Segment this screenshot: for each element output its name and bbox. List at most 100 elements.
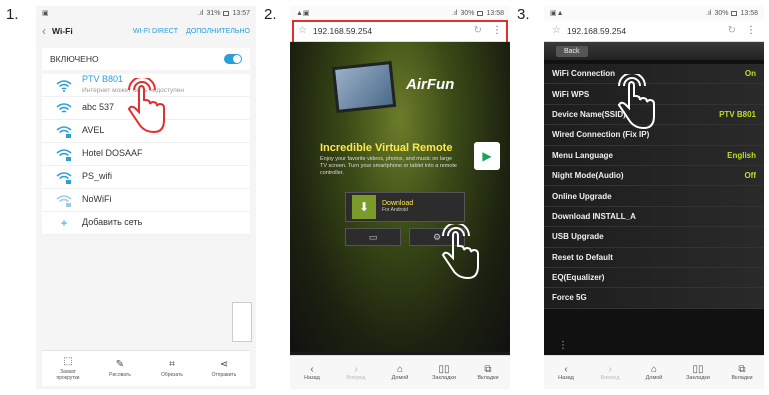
nav-tabs[interactable]: ⧉ Вкладки bbox=[724, 364, 760, 381]
nav-forward[interactable]: › Вперед bbox=[592, 364, 628, 381]
menu-item[interactable]: EQ(Equalizer) bbox=[544, 267, 764, 289]
plus-icon: + bbox=[60, 216, 68, 230]
crop-label: Обрезать bbox=[160, 372, 184, 378]
menu-item[interactable]: USB Upgrade bbox=[544, 227, 764, 248]
menu-item-label: Menu Language bbox=[552, 150, 613, 160]
scroll-capture-button[interactable]: ⬚ Захват прокрутки bbox=[48, 356, 88, 381]
network-name: PTV B801 bbox=[82, 74, 124, 85]
download-sub: For Android bbox=[382, 207, 408, 214]
advanced-link[interactable]: ДОПОЛНИТЕЛЬНО bbox=[186, 28, 250, 35]
screenshot-thumbnail[interactable] bbox=[232, 302, 252, 342]
wifi-header: ‹ Wi-Fi Wi-Fi Direct ДОПОЛНИТЕЛЬНО bbox=[36, 20, 256, 42]
step-number-2: 2. bbox=[264, 6, 277, 23]
status-bar: ▣▲ .ıl 30% 13:58 bbox=[544, 6, 764, 20]
menu-item[interactable]: Reset to Default bbox=[544, 247, 764, 268]
scroll-capture-icon: ⬚ bbox=[63, 356, 73, 367]
download-button[interactable]: ⬇ Download For Android bbox=[345, 192, 465, 222]
menu-item[interactable]: Download INSTALL_A bbox=[544, 206, 764, 228]
phone-airfun-page: ▲▣ .ıl 30% 13:58 ☆ 192.168.59.254 ↻ ⋮ Ai… bbox=[290, 6, 510, 389]
nav-back-label: Назад bbox=[558, 375, 574, 381]
scroll-capture-label: Захват прокрутки bbox=[56, 369, 80, 381]
status-time: 13:58 bbox=[486, 9, 504, 17]
nav-home[interactable]: ⌂ Домой bbox=[636, 364, 672, 381]
nav-forward-label: Вперед bbox=[346, 375, 366, 381]
remote-button[interactable]: ▭ bbox=[345, 228, 401, 246]
star-icon[interactable]: ☆ bbox=[552, 25, 561, 36]
network-item[interactable]: Hotel DOSAAF bbox=[42, 143, 250, 166]
battery-percent: 30% bbox=[460, 9, 475, 17]
add-network-item[interactable]: + Добавить сеть bbox=[42, 212, 250, 235]
status-bar: ▣ .ıl 31% 13:57 bbox=[36, 6, 256, 20]
more-dots-icon[interactable]: ⋮ bbox=[558, 340, 568, 351]
wifi-locked-icon bbox=[52, 170, 76, 184]
phone-device-settings: ▣▲ .ıl 30% 13:58 ☆ 192.168.59.254 ↻ ⋮ Ba… bbox=[544, 6, 764, 389]
tabs-icon: ⧉ bbox=[738, 364, 746, 375]
url-text[interactable]: 192.168.59.254 bbox=[567, 26, 728, 36]
description: Enjoy your favorite videos, photos, and … bbox=[320, 156, 457, 177]
network-item[interactable]: PS_wifi bbox=[42, 166, 250, 189]
share-label: Отправить bbox=[211, 372, 237, 378]
battery-icon bbox=[223, 10, 230, 16]
wifi-direct-link[interactable]: Wi-Fi Direct bbox=[133, 28, 178, 35]
menu-item-label: Force 5G bbox=[552, 293, 587, 303]
menu-item-value: Off bbox=[744, 171, 756, 181]
share-icon: ⋖ bbox=[219, 359, 229, 370]
wifi-enabled-row[interactable]: ВКЛЮЧЕНО bbox=[42, 48, 250, 70]
crop-button[interactable]: ⌗ Обрезать bbox=[152, 359, 192, 378]
network-name: NoWiFi bbox=[82, 194, 112, 205]
nav-home[interactable]: ⌂ Домой bbox=[382, 364, 418, 381]
nav-forward-label: Вперед bbox=[600, 375, 620, 381]
wifi-toggle[interactable] bbox=[224, 54, 242, 64]
signal-icon: .ıl bbox=[198, 9, 204, 17]
battery-percent: 31% bbox=[206, 9, 221, 17]
bookmarks-icon: ▯▯ bbox=[692, 364, 704, 375]
menu-item[interactable]: Menu Language English bbox=[544, 145, 764, 166]
notification-icons: ▲▣ bbox=[296, 10, 310, 17]
nav-bookmarks[interactable]: ▯▯ Закладки bbox=[426, 364, 462, 381]
nav-back[interactable]: ‹ Назад bbox=[548, 364, 584, 381]
menu-item-label: WiFi WPS bbox=[552, 89, 590, 99]
tabs-icon: ⧉ bbox=[484, 364, 492, 375]
nav-back-label: Назад bbox=[304, 375, 320, 381]
network-item[interactable]: NoWiFi bbox=[42, 189, 250, 212]
wifi-locked-icon bbox=[52, 147, 76, 161]
play-store-icon[interactable]: ▶ bbox=[474, 142, 500, 170]
draw-button[interactable]: ✎ Рисовать bbox=[100, 359, 140, 378]
nav-tabs[interactable]: ⧉ Вкладки bbox=[470, 364, 506, 381]
menu-item-label: Download INSTALL_A bbox=[552, 211, 636, 221]
network-name: Hotel DOSAAF bbox=[82, 148, 143, 159]
menu-item-label: USB Upgrade bbox=[552, 232, 604, 242]
battery-icon bbox=[731, 10, 738, 16]
screenshot-toolbar: ⬚ Захват прокрутки ✎ Рисовать ⌗ Обрезать ⋖ О… bbox=[42, 350, 250, 386]
menu-item[interactable]: Force 5G bbox=[544, 288, 764, 309]
nav-forward[interactable]: › Вперед bbox=[338, 364, 374, 381]
menu-item-value: English bbox=[727, 150, 756, 160]
step-number-3: 3. bbox=[517, 6, 530, 23]
wifi-signal-icon bbox=[52, 78, 76, 92]
status-bar: ▲▣ .ıl 30% 13:58 bbox=[290, 6, 510, 20]
crop-icon: ⌗ bbox=[169, 359, 175, 370]
menu-item-label: WiFi Connection bbox=[552, 69, 616, 79]
status-time: 13:57 bbox=[232, 9, 250, 17]
draw-label: Рисовать bbox=[109, 372, 131, 378]
address-bar[interactable]: ☆ 192.168.59.254 ↻ ⋮ bbox=[544, 20, 764, 42]
notification-icons: ▣▲ bbox=[550, 10, 564, 17]
nav-tabs-label: Вкладки bbox=[477, 375, 499, 381]
share-button[interactable]: ⋖ Отправить bbox=[204, 359, 244, 378]
status-time: 13:58 bbox=[740, 9, 758, 17]
home-icon: ⌂ bbox=[650, 364, 658, 375]
nav-bookmarks[interactable]: ▯▯ Закладки bbox=[680, 364, 716, 381]
tv-image bbox=[331, 60, 397, 114]
signal-icon: .ıl bbox=[452, 9, 458, 17]
nav-back[interactable]: ‹ Назад bbox=[294, 364, 330, 381]
nav-tabs-label: Вкладки bbox=[731, 375, 753, 381]
reload-icon[interactable]: ↻ bbox=[728, 25, 736, 36]
back-arrow-icon[interactable]: ‹ bbox=[42, 24, 46, 38]
back-button[interactable]: Back bbox=[556, 45, 588, 57]
back-arrow-icon: ‹ bbox=[564, 364, 568, 375]
nav-home-label: Домой bbox=[645, 375, 663, 381]
menu-item[interactable]: Online Upgrade bbox=[544, 186, 764, 207]
menu-item[interactable]: Night Mode(Audio) Off bbox=[544, 165, 764, 187]
menu-dots-icon[interactable]: ⋮ bbox=[746, 25, 756, 36]
airfun-hero: AirFun Incredible Virtual Remote Enjoy y… bbox=[290, 42, 510, 365]
